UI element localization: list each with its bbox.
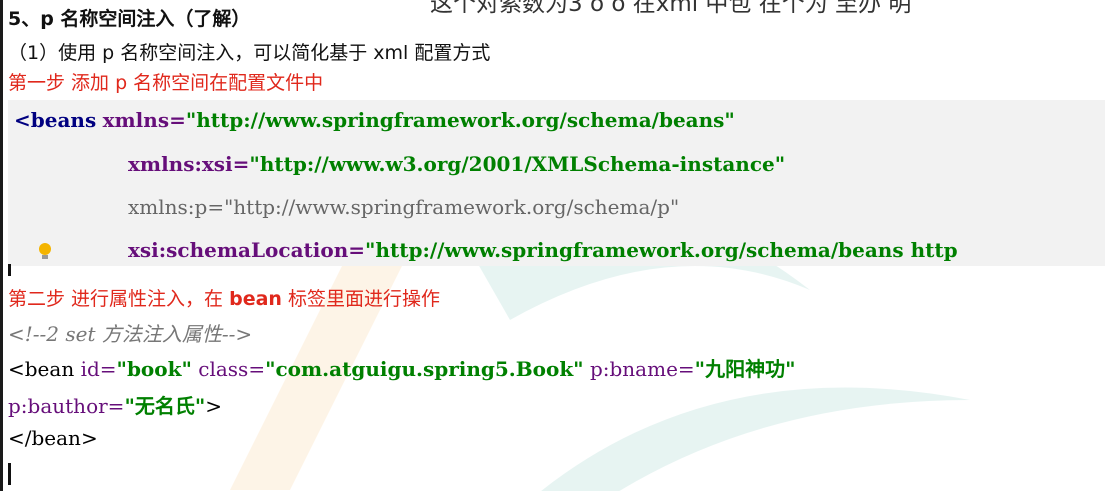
pbname-value: "九阳神功" [694,357,796,381]
left-edge-bar [0,0,3,491]
xsi-line: xmlns:xsi="http://www.w3.org/2001/XMLSch… [128,152,785,176]
pbauthor-value: "无名氏" [124,394,206,418]
bean-open-line: <bean id="book" class="com.atguigu.sprin… [8,353,796,382]
text-cursor [8,264,11,276]
pbauthor-line: p:bauthor="无名氏"> [8,390,222,419]
id-value: "book" [116,357,192,381]
lightbulb-icon[interactable] [39,243,51,255]
overlay-caption: 这个对索数为3 o o 在xml 中包 在个为 至办 明 [430,0,912,17]
schema-location-line: xsi:schemaLocation="http://www.springfra… [128,238,958,262]
lightbulb-base-icon [42,255,48,259]
section-heading: 5、p 名称空间注入（了解） [8,8,251,30]
pbauthor-attr: p:bauthor= [8,394,125,418]
xsi-value: "http://www.w3.org/2001/XMLSchema-instan… [249,152,786,176]
id-attr: id= [80,357,117,381]
class-attr: class= [198,357,266,381]
step2-text-b: 标签里面进行操作 [281,288,440,310]
step2-text-a: 第二步 进行属性注入，在 [8,288,230,310]
pbname-attr: p:bname= [589,357,695,381]
gt-symbol: > [205,394,223,418]
step1-text: 第一步 添加 p 名称空间在配置文件中 [8,72,324,94]
xml-comment-line: <!--2 set 方法注入属性--> [8,322,253,346]
step2-text: 第二步 进行属性注入，在 bean 标签里面进行操作 [8,284,440,311]
step2-bean-word: bean [229,288,282,310]
intro-text: （1）使用 p 名称空间注入，可以简化基于 xml 配置方式 [8,42,491,64]
document-page: 这个对索数为3 o o 在xml 中包 在个为 至办 明 5、p 名称空间注入（… [0,0,1105,491]
beans-tag: <beans [14,108,97,132]
xmlns-attr: xmlns= [102,108,186,132]
beans-open-line: <beans xmlns="http://www.springframework… [14,108,735,132]
bean-close-line: </bean> [8,426,98,450]
xmlns-value: "http://www.springframework.org/schema/b… [185,108,735,132]
schema-attr: xsi:schemaLocation= [128,238,366,262]
text-cursor-bottom [8,463,11,485]
schema-value: "http://www.springframework.org/schema/b… [365,238,958,262]
xsi-attr: xmlns:xsi= [128,152,250,176]
bean-tag: <bean [8,357,75,381]
class-value: "com.atguigu.spring5.Book" [265,357,584,381]
p-namespace-line: xmlns:p="http://www.springframework.org/… [128,195,680,219]
